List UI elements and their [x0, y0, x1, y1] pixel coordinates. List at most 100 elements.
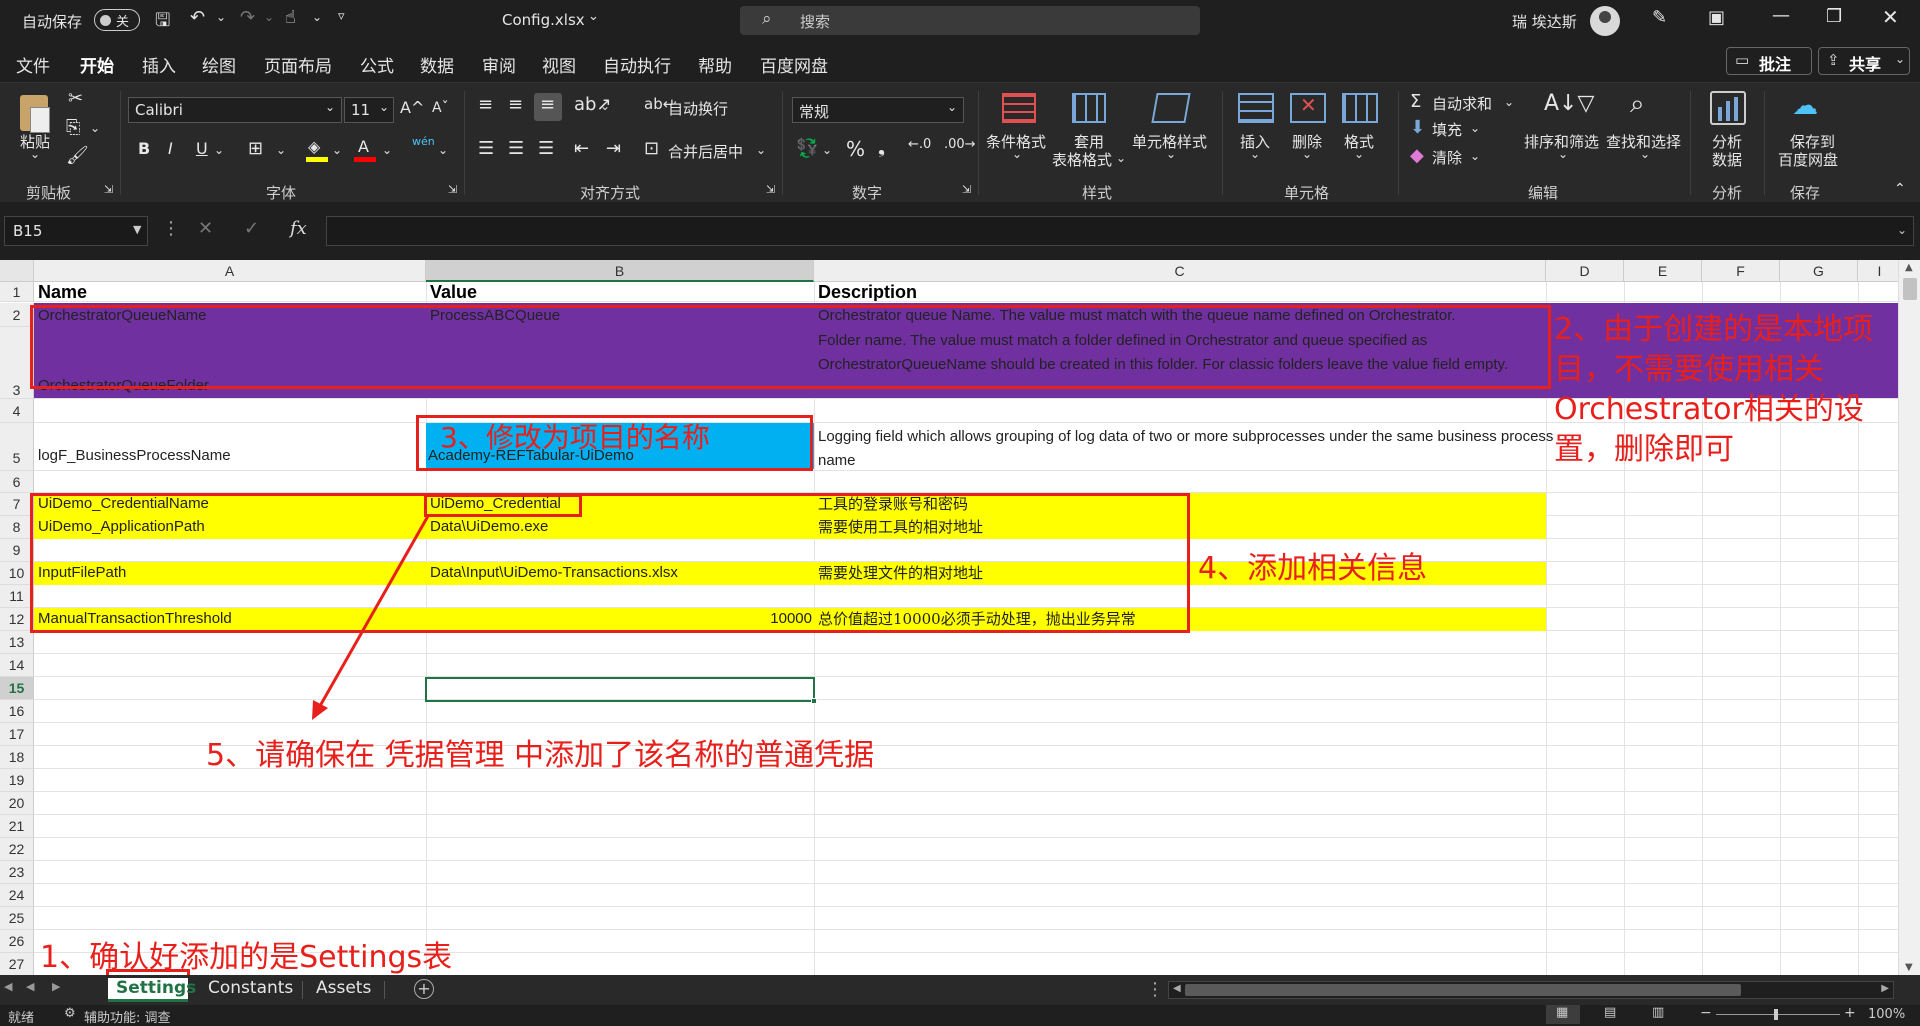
format-table-label-2[interactable]: 表格格式 [1052, 149, 1112, 170]
menu-formulas[interactable]: 公式 [360, 52, 394, 77]
borders-icon[interactable]: ⊞ [248, 138, 263, 159]
name-box[interactable]: B15 ▼ [4, 216, 148, 246]
delete-dropdown-icon[interactable]: ⌄ [1302, 147, 1312, 161]
underline-button[interactable]: U [196, 139, 208, 158]
decrease-indent-icon[interactable]: ⇤ [574, 138, 589, 159]
find-select-icon[interactable]: ⌕ [1630, 89, 1645, 120]
font-name-select[interactable]: Calibri ⌄ [128, 97, 342, 123]
format-table-dropdown-icon[interactable]: ⌄ [1116, 151, 1126, 165]
fill-down-icon[interactable]: ⬇ [1410, 117, 1425, 138]
font-color-dropdown-icon[interactable]: ⌄ [382, 143, 392, 157]
menu-file[interactable]: 文件 [16, 52, 50, 77]
ribbon-display-icon[interactable]: ▣ [1708, 7, 1725, 28]
scroll-next-sheet-icon[interactable]: ▶ [52, 980, 60, 993]
menu-view[interactable]: 视图 [542, 52, 576, 77]
sheet-tab-assets[interactable]: Assets [308, 978, 379, 1002]
cut-icon[interactable]: ✂ [68, 88, 83, 109]
formula-input[interactable]: ⌄ [326, 216, 1914, 246]
underline-dropdown-icon[interactable]: ⌄ [214, 143, 224, 157]
search-box[interactable]: ⌕ 搜索 [740, 6, 1200, 35]
format-as-table-button[interactable] [1070, 91, 1110, 127]
decrease-font-icon[interactable]: Aˇ [432, 100, 449, 116]
horizontal-scroll-thumb[interactable] [1185, 984, 1741, 996]
close-icon[interactable]: ✕ [1882, 5, 1899, 29]
avatar[interactable] [1590, 6, 1620, 36]
scroll-down-icon[interactable]: ▼ [1905, 962, 1913, 973]
page-layout-view-icon[interactable]: ▤ [1604, 1005, 1616, 1020]
menu-page-layout[interactable]: 页面布局 [264, 52, 332, 77]
phonetic-button[interactable]: wén [412, 135, 435, 148]
menu-data[interactable]: 数据 [420, 52, 454, 77]
copy-icon[interactable]: ⎘ [66, 117, 80, 138]
vertical-scrollbar[interactable]: ▲ ▼ [1898, 260, 1920, 975]
share-button[interactable]: ⇪ 共享 ⌄ [1818, 47, 1910, 75]
fill-color-button[interactable]: ◈ [306, 137, 330, 163]
sort-filter-icon[interactable]: A↓▽ [1544, 91, 1594, 116]
wrap-text-button[interactable]: 自动换行 [668, 98, 728, 119]
font-color-button[interactable]: A [354, 137, 378, 163]
italic-button[interactable]: I [168, 139, 173, 158]
clear-dropdown-icon[interactable]: ⌄ [1470, 149, 1480, 163]
sheet-tab-constants[interactable]: Constants [200, 978, 301, 1002]
autosave-toggle[interactable]: 关 [94, 9, 140, 31]
menu-draw[interactable]: 绘图 [202, 52, 236, 77]
touch-mode-icon[interactable]: ☝ [285, 7, 296, 28]
accessibility-icon[interactable]: ⚙ [64, 1006, 76, 1021]
merge-center-button[interactable]: 合并后居中 [668, 141, 743, 162]
autosum-label[interactable]: 自动求和 [1432, 93, 1492, 114]
scroll-up-icon[interactable]: ▲ [1905, 262, 1913, 273]
accessibility-status[interactable]: 辅助功能: 调查 [84, 1007, 171, 1026]
new-sheet-button[interactable]: + [414, 979, 434, 999]
fill-dropdown-icon[interactable]: ⌄ [1470, 121, 1480, 135]
clear-eraser-icon[interactable]: ◆ [1410, 145, 1424, 166]
restore-icon[interactable]: ❐ [1826, 6, 1842, 27]
baidu-cloud-icon[interactable]: ☁ [1792, 91, 1818, 121]
insert-dropdown-icon[interactable]: ⌄ [1250, 147, 1260, 161]
sheet-tab-settings[interactable]: Settings [108, 978, 196, 1002]
zoom-out-icon[interactable]: − [1700, 1005, 1712, 1021]
zoom-slider-thumb[interactable] [1774, 1009, 1778, 1020]
number-launcher-icon[interactable]: ⇲ [962, 183, 971, 196]
clear-label[interactable]: 清除 [1432, 147, 1462, 168]
scroll-right-icon[interactable]: ▶ [1881, 983, 1889, 994]
menu-baidu[interactable]: 百度网盘 [760, 52, 828, 77]
page-break-view-icon[interactable]: ▥ [1652, 1005, 1664, 1020]
designer-pen-icon[interactable]: ✎ [1652, 7, 1667, 28]
align-middle-icon[interactable]: ≡ [508, 94, 523, 115]
increase-indent-icon[interactable]: ⇥ [606, 138, 621, 159]
confirm-entry-icon[interactable]: ✓ [244, 218, 259, 239]
zoom-in-icon[interactable]: + [1844, 1005, 1856, 1021]
scroll-first-sheet-icon[interactable]: ◀ [4, 980, 12, 993]
scroll-prev-sheet-icon[interactable]: ◀ [26, 980, 34, 993]
conditional-format-button[interactable] [996, 91, 1040, 127]
align-center-icon[interactable]: ☰ [508, 138, 524, 159]
sort-dropdown-icon[interactable]: ⌄ [1558, 147, 1568, 161]
redo-icon[interactable]: ↷ [240, 7, 255, 28]
decrease-decimal-icon[interactable]: .00→ [944, 137, 976, 152]
merge-center-icon[interactable]: ⊡ [644, 138, 659, 159]
document-title[interactable]: Config.xlsx [502, 11, 585, 29]
minimize-icon[interactable]: — [1772, 5, 1790, 26]
formula-options-icon[interactable]: ⋮ [162, 218, 180, 239]
autosum-icon[interactable]: Σ [1410, 91, 1421, 112]
delete-cells-icon[interactable]: ✕ [1290, 93, 1326, 123]
increase-font-icon[interactable]: A^ [400, 98, 424, 117]
save-icon[interactable]: 🖫 [155, 8, 170, 38]
title-chevron-icon[interactable]: ⌄ [588, 9, 599, 24]
paste-dropdown-icon[interactable]: ⌄ [30, 147, 40, 161]
cell-styles-dropdown-icon[interactable]: ⌄ [1166, 147, 1176, 161]
find-dropdown-icon[interactable]: ⌄ [1640, 147, 1650, 161]
clipboard-launcher-icon[interactable]: ⇲ [104, 183, 113, 196]
menu-review[interactable]: 审阅 [482, 52, 516, 77]
align-bottom-button[interactable]: ≡ [534, 93, 562, 121]
worksheet-grid[interactable]: A B C D E F G I 1 Name Value Description… [0, 260, 1920, 975]
menu-home[interactable]: 开始 [80, 52, 114, 85]
menu-help[interactable]: 帮助 [698, 52, 732, 77]
orientation-dropdown-icon[interactable]: ⌄ [600, 99, 610, 113]
undo-icon[interactable]: ↶ [190, 7, 205, 28]
vertical-scroll-thumb[interactable] [1903, 278, 1917, 300]
cell-styles-button[interactable] [1150, 91, 1191, 127]
collapse-ribbon-icon[interactable]: ⌃ [1894, 181, 1906, 197]
tab-split-handle-icon[interactable]: ⋮ [1146, 979, 1164, 1000]
align-right-icon[interactable]: ☰ [538, 138, 554, 159]
